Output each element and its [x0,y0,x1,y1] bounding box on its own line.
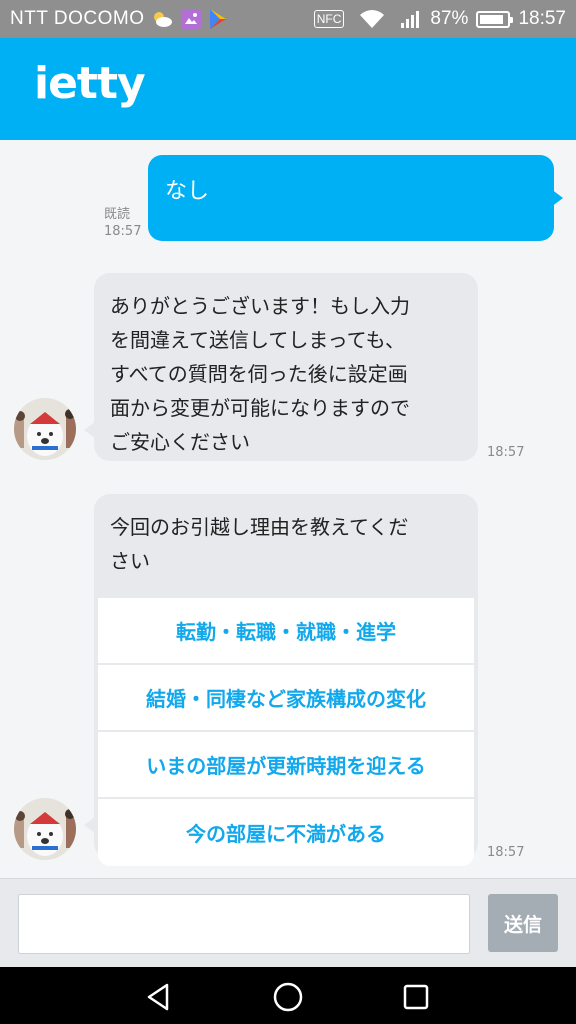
bot-avatar[interactable] [14,798,76,860]
recent-apps-icon[interactable] [398,979,434,1015]
outgoing-message: なし [148,155,563,241]
home-icon[interactable] [270,979,306,1015]
question-card: 今回のお引越し理由を教えてくだ さい 転勤・転職・就職・進学 結婚・同棲など家族… [84,494,478,866]
weather-icon [150,9,174,29]
battery-icon [476,10,514,28]
message-line: すべての質問を伺った後に設定画 [110,362,408,386]
question-line: 今回のお引越し理由を教えてくだ [110,515,409,539]
outgoing-message-text: なし [165,179,210,204]
message-time: 18:57 [487,445,525,460]
signal-icon [400,9,422,29]
read-label: 既読 [104,207,131,222]
carrier-name: NTT DOCOMO [10,8,145,29]
send-button[interactable]: 送信 [488,894,558,952]
message-line: ご安心ください [110,430,250,454]
status-time: 18:57 [518,8,566,29]
option-dissatisfied[interactable]: 今の部屋に不満がある [98,799,474,866]
system-nav-bar [0,967,576,1024]
message-input[interactable] [18,894,470,954]
option-family-change[interactable]: 結婚・同棲など家族構成の変化 [98,665,474,732]
question-text: 今回のお引越し理由を教えてくだ さい [98,506,474,598]
nfc-icon: NFC [313,10,345,28]
question-line: さい [110,549,150,573]
chat-area[interactable]: 既読 18:57 なし ありがとうございます！もし入力 を間違えて送信してしまっ… [0,140,576,878]
ietty-logo: ietty [34,58,146,109]
message-line: 面から変更が可能になりますので [110,396,410,420]
status-bar: NTT DOCOMO NFC 87% 18:57 [0,0,576,38]
wifi-icon [358,8,386,30]
answer-options: 転勤・転職・就職・進学 結婚・同棲など家族構成の変化 いまの部屋が更新時期を迎え… [98,598,474,866]
back-icon[interactable] [140,979,176,1015]
outgoing-time: 18:57 [104,224,142,239]
incoming-message: ありがとうございます！もし入力 を間違えて送信してしまっても、 すべての質問を伺… [84,273,478,461]
bot-avatar[interactable] [14,398,76,460]
play-store-icon [208,8,228,30]
status-right-group: NFC 87% 18:57 [313,8,566,30]
battery-fill [480,14,504,24]
option-transfer-job-school[interactable]: 転勤・転職・就職・進学 [98,598,474,665]
message-input-bar: 送信 [0,878,576,967]
gallery-notification-icon [180,8,202,30]
read-receipt: 既読 18:57 [104,206,141,240]
message-time: 18:57 [487,845,525,860]
battery-percent: 87% [430,8,469,29]
app-header: ietty [0,38,576,140]
message-line: を間違えて送信してしまっても、 [110,328,405,352]
option-lease-renewal[interactable]: いまの部屋が更新時期を迎える [98,732,474,799]
message-line: ありがとうございます！もし入力 [110,294,410,318]
